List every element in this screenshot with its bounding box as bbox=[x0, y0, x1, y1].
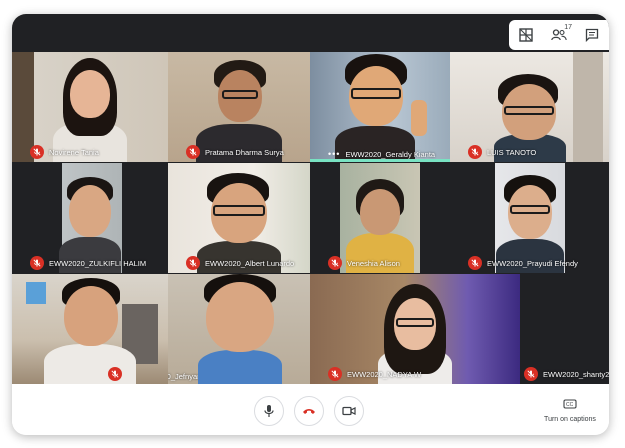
participant-tile[interactable]: EWW2020_shanty2 bbox=[520, 274, 609, 384]
meet-window: 17 Novirene Tania Pratama Dharma Surya •… bbox=[12, 14, 609, 435]
participants-button[interactable]: 17 bbox=[546, 24, 572, 46]
svg-text:CC: CC bbox=[566, 402, 574, 408]
name-label: Novirene Tania bbox=[30, 145, 99, 159]
participant-name: Novirene Tania bbox=[49, 147, 99, 157]
participant-tile[interactable]: ••• EWW2020_Geraldy Kianta bbox=[310, 52, 450, 162]
more-options-dots[interactable]: ••• bbox=[328, 149, 340, 159]
participant-name: EWW2020_Geraldy Kianta bbox=[345, 149, 436, 159]
participant-tile[interactable]: Novirene Tania bbox=[12, 52, 168, 162]
mic-off-icon bbox=[468, 145, 482, 159]
name-label: LUIS TANOTO bbox=[468, 145, 536, 159]
participant-tile[interactable]: EWW2020_NADYA W bbox=[310, 274, 520, 384]
participant-tile[interactable]: LUIS TANOTO bbox=[450, 52, 609, 162]
participant-name: EWW2020_Prayudi Efendy bbox=[487, 258, 578, 268]
participant-name: Veneshia Alison bbox=[347, 258, 400, 268]
participant-name: Pratama Dharma Surya bbox=[205, 147, 284, 157]
participant-tile[interactable]: Veneshia Alison bbox=[310, 163, 450, 273]
layout-button[interactable] bbox=[513, 24, 539, 46]
participant-name: EWW2020_Albert Lunardo bbox=[205, 258, 295, 268]
chat-button[interactable] bbox=[579, 24, 605, 46]
participant-tile[interactable] bbox=[12, 274, 168, 384]
mic-off-icon bbox=[186, 256, 200, 270]
name-label: EWW2020_NADYA W bbox=[328, 367, 421, 381]
camera-button[interactable] bbox=[334, 396, 364, 426]
mic-off-icon bbox=[328, 256, 342, 270]
microphone-button[interactable] bbox=[254, 396, 284, 426]
participant-tile[interactable]: EWW2020_Albert Lunardo bbox=[168, 163, 310, 273]
participant-video bbox=[325, 52, 435, 162]
name-label: Veneshia Alison bbox=[328, 256, 400, 270]
participant-count: 17 bbox=[564, 24, 572, 31]
microphone-icon bbox=[264, 405, 274, 417]
mic-off-icon bbox=[524, 367, 538, 381]
leave-call-button[interactable] bbox=[294, 396, 324, 426]
name-label: EWW2020_ZULKIFLI HALIM bbox=[30, 256, 146, 270]
mic-off-icon bbox=[30, 145, 44, 159]
captions-label: Turn on captions bbox=[544, 416, 596, 423]
participant-video bbox=[190, 274, 290, 388]
name-label: EWW2020_shanty2 bbox=[524, 367, 609, 381]
mic-off-icon bbox=[30, 256, 44, 270]
participant-name: LUIS TANOTO bbox=[487, 147, 537, 157]
hang-up-icon bbox=[303, 409, 315, 414]
captions-button[interactable]: CC Turn on captions bbox=[532, 396, 608, 423]
name-label: EWW2020_Prayudi Efendy bbox=[468, 256, 578, 270]
mic-off-icon bbox=[186, 145, 200, 159]
mic-off-icon bbox=[108, 367, 122, 381]
name-label bbox=[108, 367, 122, 381]
video-camera-icon bbox=[342, 406, 356, 416]
video-grid: Novirene Tania Pratama Dharma Surya ••• … bbox=[12, 52, 609, 388]
participant-tile[interactable]: EWW2020_ZULKIFLI HALIM bbox=[12, 163, 168, 273]
name-label: Pratama Dharma Surya bbox=[186, 145, 284, 159]
closed-captions-icon: CC bbox=[563, 399, 577, 409]
speaking-indicator bbox=[310, 159, 450, 162]
participant-tile[interactable]: EWW2020_Prayudi Efendy bbox=[450, 163, 609, 273]
chat-icon bbox=[586, 28, 599, 42]
layout-grid-icon bbox=[518, 28, 533, 42]
top-bar: 17 bbox=[12, 14, 609, 52]
participant-name: EWW2020_ZULKIFLI HALIM bbox=[49, 258, 147, 268]
name-label: EWW2020_Albert Lunardo bbox=[186, 256, 294, 270]
name-label: ••• EWW2020_Geraldy Kianta bbox=[328, 149, 435, 159]
top-right-controls: 17 bbox=[509, 20, 609, 50]
participant-name: EWW2020_shanty2 bbox=[543, 369, 609, 379]
participant-name: EWW2020_NADYA W bbox=[347, 369, 422, 379]
mic-off-icon bbox=[328, 367, 342, 381]
participant-video bbox=[40, 274, 140, 384]
mic-off-icon bbox=[468, 256, 482, 270]
bottom-control-bar: CC Turn on captions bbox=[12, 384, 609, 435]
participant-tile[interactable]: Pratama Dharma Surya bbox=[168, 52, 310, 162]
